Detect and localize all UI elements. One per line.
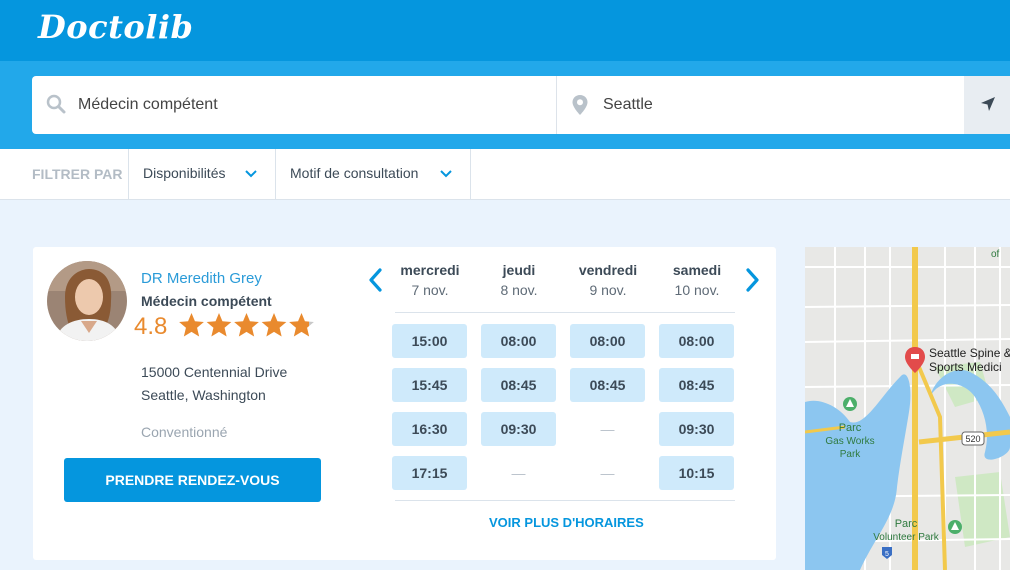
day-header: mercredi 7 nov. — [390, 262, 470, 298]
day-date: 8 nov. — [500, 282, 538, 298]
location-pin-icon — [572, 95, 588, 115]
time-slot-button[interactable]: 15:45 — [392, 368, 467, 402]
time-slot-button[interactable]: 09:30 — [659, 412, 734, 446]
time-slot-button[interactable]: 08:45 — [481, 368, 556, 402]
location-input[interactable] — [603, 84, 953, 126]
time-slot-button[interactable]: 08:45 — [570, 368, 645, 402]
day-date: 10 nov. — [674, 282, 720, 298]
day-header: jeudi 8 nov. — [479, 262, 559, 298]
time-slot-button[interactable]: 08:45 — [659, 368, 734, 402]
availability-filter-label: Disponibilités — [143, 165, 226, 181]
filter-label: FILTRER PAR — [32, 166, 123, 182]
rating-value: 4.8 — [134, 313, 168, 340]
day-header: samedi 10 nov. — [657, 262, 737, 298]
address-line-1: 15000 Centennial Drive — [141, 364, 288, 380]
star-icon — [179, 313, 204, 337]
rating-stars — [179, 313, 314, 337]
park-label-1a: Parc — [839, 422, 862, 434]
chevron-down-icon — [245, 170, 257, 178]
doctor-avatar[interactable] — [47, 261, 127, 341]
no-slot-placeholder: — — [600, 465, 615, 481]
reason-filter-dropdown[interactable]: Motif de consultation — [275, 149, 470, 199]
filter-divider — [470, 149, 471, 199]
time-slot-button[interactable]: 17:15 — [392, 456, 467, 490]
doctolib-logo[interactable]: Doctolib — [38, 8, 193, 46]
navigation-arrow-icon — [981, 97, 995, 111]
geolocate-button[interactable] — [964, 76, 1010, 134]
search-divider — [556, 76, 557, 134]
day-header: vendredi 9 nov. — [568, 262, 648, 298]
map-edge-label: of — [991, 249, 1000, 260]
day-name: samedi — [672, 262, 722, 278]
day-date: 9 nov. — [589, 282, 627, 298]
search-icon — [46, 94, 66, 114]
time-slot-button[interactable]: 09:30 — [481, 412, 556, 446]
day-name: mercredi — [400, 262, 460, 278]
park-label-1b: Gas Works — [825, 436, 874, 447]
star-icon — [289, 313, 314, 337]
map-poi-label-2: Sports Medici — [929, 360, 1002, 374]
doctor-name-link[interactable]: DR Meredith Grey — [141, 270, 262, 287]
park-label-2a: Parc — [895, 518, 918, 530]
map[interactable]: 520 5 Seattle Spine & Sports Medici Parc… — [805, 247, 1010, 570]
doctor-specialty: Médecin compétent — [141, 293, 272, 309]
convention-status: Conventionné — [141, 424, 228, 440]
specialty-input[interactable] — [78, 84, 548, 126]
time-slot-button[interactable]: 10:15 — [659, 456, 734, 490]
time-slot-button[interactable]: 16:30 — [392, 412, 467, 446]
no-slot-placeholder: — — [600, 421, 615, 437]
chevron-left-icon[interactable] — [366, 267, 386, 293]
schedule-divider — [395, 312, 735, 313]
park-label-2b: Volunteer Park — [873, 532, 940, 543]
route-520-label: 520 — [965, 434, 980, 444]
chevron-right-icon[interactable] — [742, 267, 762, 293]
star-icon — [234, 313, 259, 337]
time-slot-button[interactable]: 08:00 — [570, 324, 645, 358]
star-icon — [261, 313, 287, 337]
day-date: 7 nov. — [411, 282, 449, 298]
day-name: jeudi — [502, 262, 536, 278]
time-slot-button[interactable]: 08:00 — [659, 324, 734, 358]
time-slot-button[interactable]: 08:00 — [481, 324, 556, 358]
park-label-1c: Park — [840, 449, 862, 460]
schedule-divider — [395, 500, 735, 501]
chevron-down-icon — [440, 170, 452, 178]
reason-filter-label: Motif de consultation — [290, 165, 419, 181]
map-poi-label-1: Seattle Spine & — [929, 346, 1010, 360]
time-slot-button[interactable]: 15:00 — [392, 324, 467, 358]
availability-filter-dropdown[interactable]: Disponibilités — [128, 149, 275, 199]
route-5-label: 5 — [885, 551, 889, 558]
no-slot-placeholder: — — [511, 465, 526, 481]
more-slots-link[interactable]: VOIR PLUS D'HORAIRES — [489, 515, 644, 530]
day-name: vendredi — [578, 262, 638, 278]
address-line-2: Seattle, Washington — [141, 387, 266, 403]
star-icon — [206, 313, 232, 337]
book-appointment-button[interactable]: PRENDRE RENDEZ-VOUS — [64, 458, 321, 502]
